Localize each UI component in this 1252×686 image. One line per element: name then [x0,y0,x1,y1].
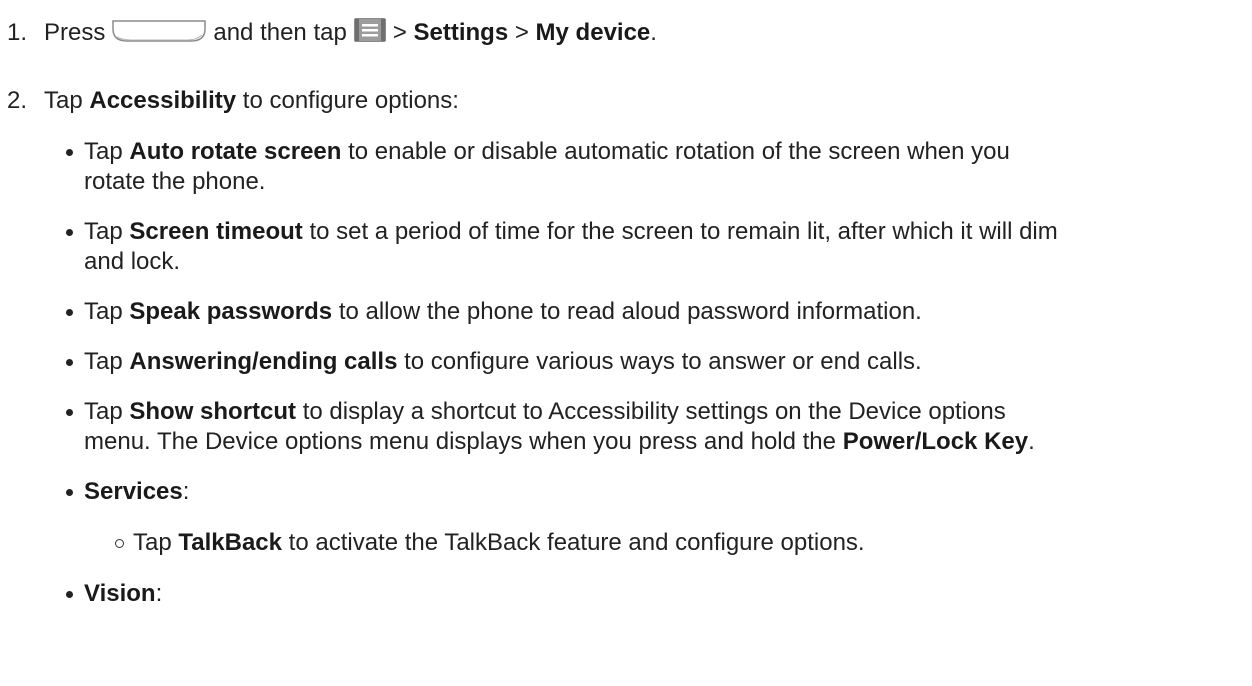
bullet-dot [66,489,73,496]
bullet-text: Vision: [84,580,163,607]
hollow-bullet [115,539,124,548]
bullet-text: Tap Auto rotate screen to enable or disa… [84,138,1010,165]
bullet-dot [66,149,73,156]
home-key-icon [112,19,207,42]
bullet-text: Services: [84,478,190,505]
bullet-text: Tap Speak passwords to allow the phone t… [84,298,922,325]
sub-bullet-text: Tap TalkBack to activate the TalkBack fe… [133,529,865,556]
bullet-dot [66,409,73,416]
bullet-dot [66,591,73,598]
step-number: 1. [7,19,28,46]
menu-key-icon [353,17,386,42]
step-text: Press and then tap > Settings > My devic… [44,17,657,48]
bullet-text: Tap Answering/ending calls to configure … [84,348,922,375]
bullet-text: Tap Screen timeout to set a period of ti… [84,218,1058,245]
step-number: 2. [7,87,28,114]
bullet-dot [66,229,73,236]
bullet-dot [66,359,73,366]
bullet-dot [66,309,73,316]
bullet-text: Tap Show shortcut to display a shortcut … [84,398,1006,425]
step-text: Tap Accessibility to configure options: [44,87,459,114]
